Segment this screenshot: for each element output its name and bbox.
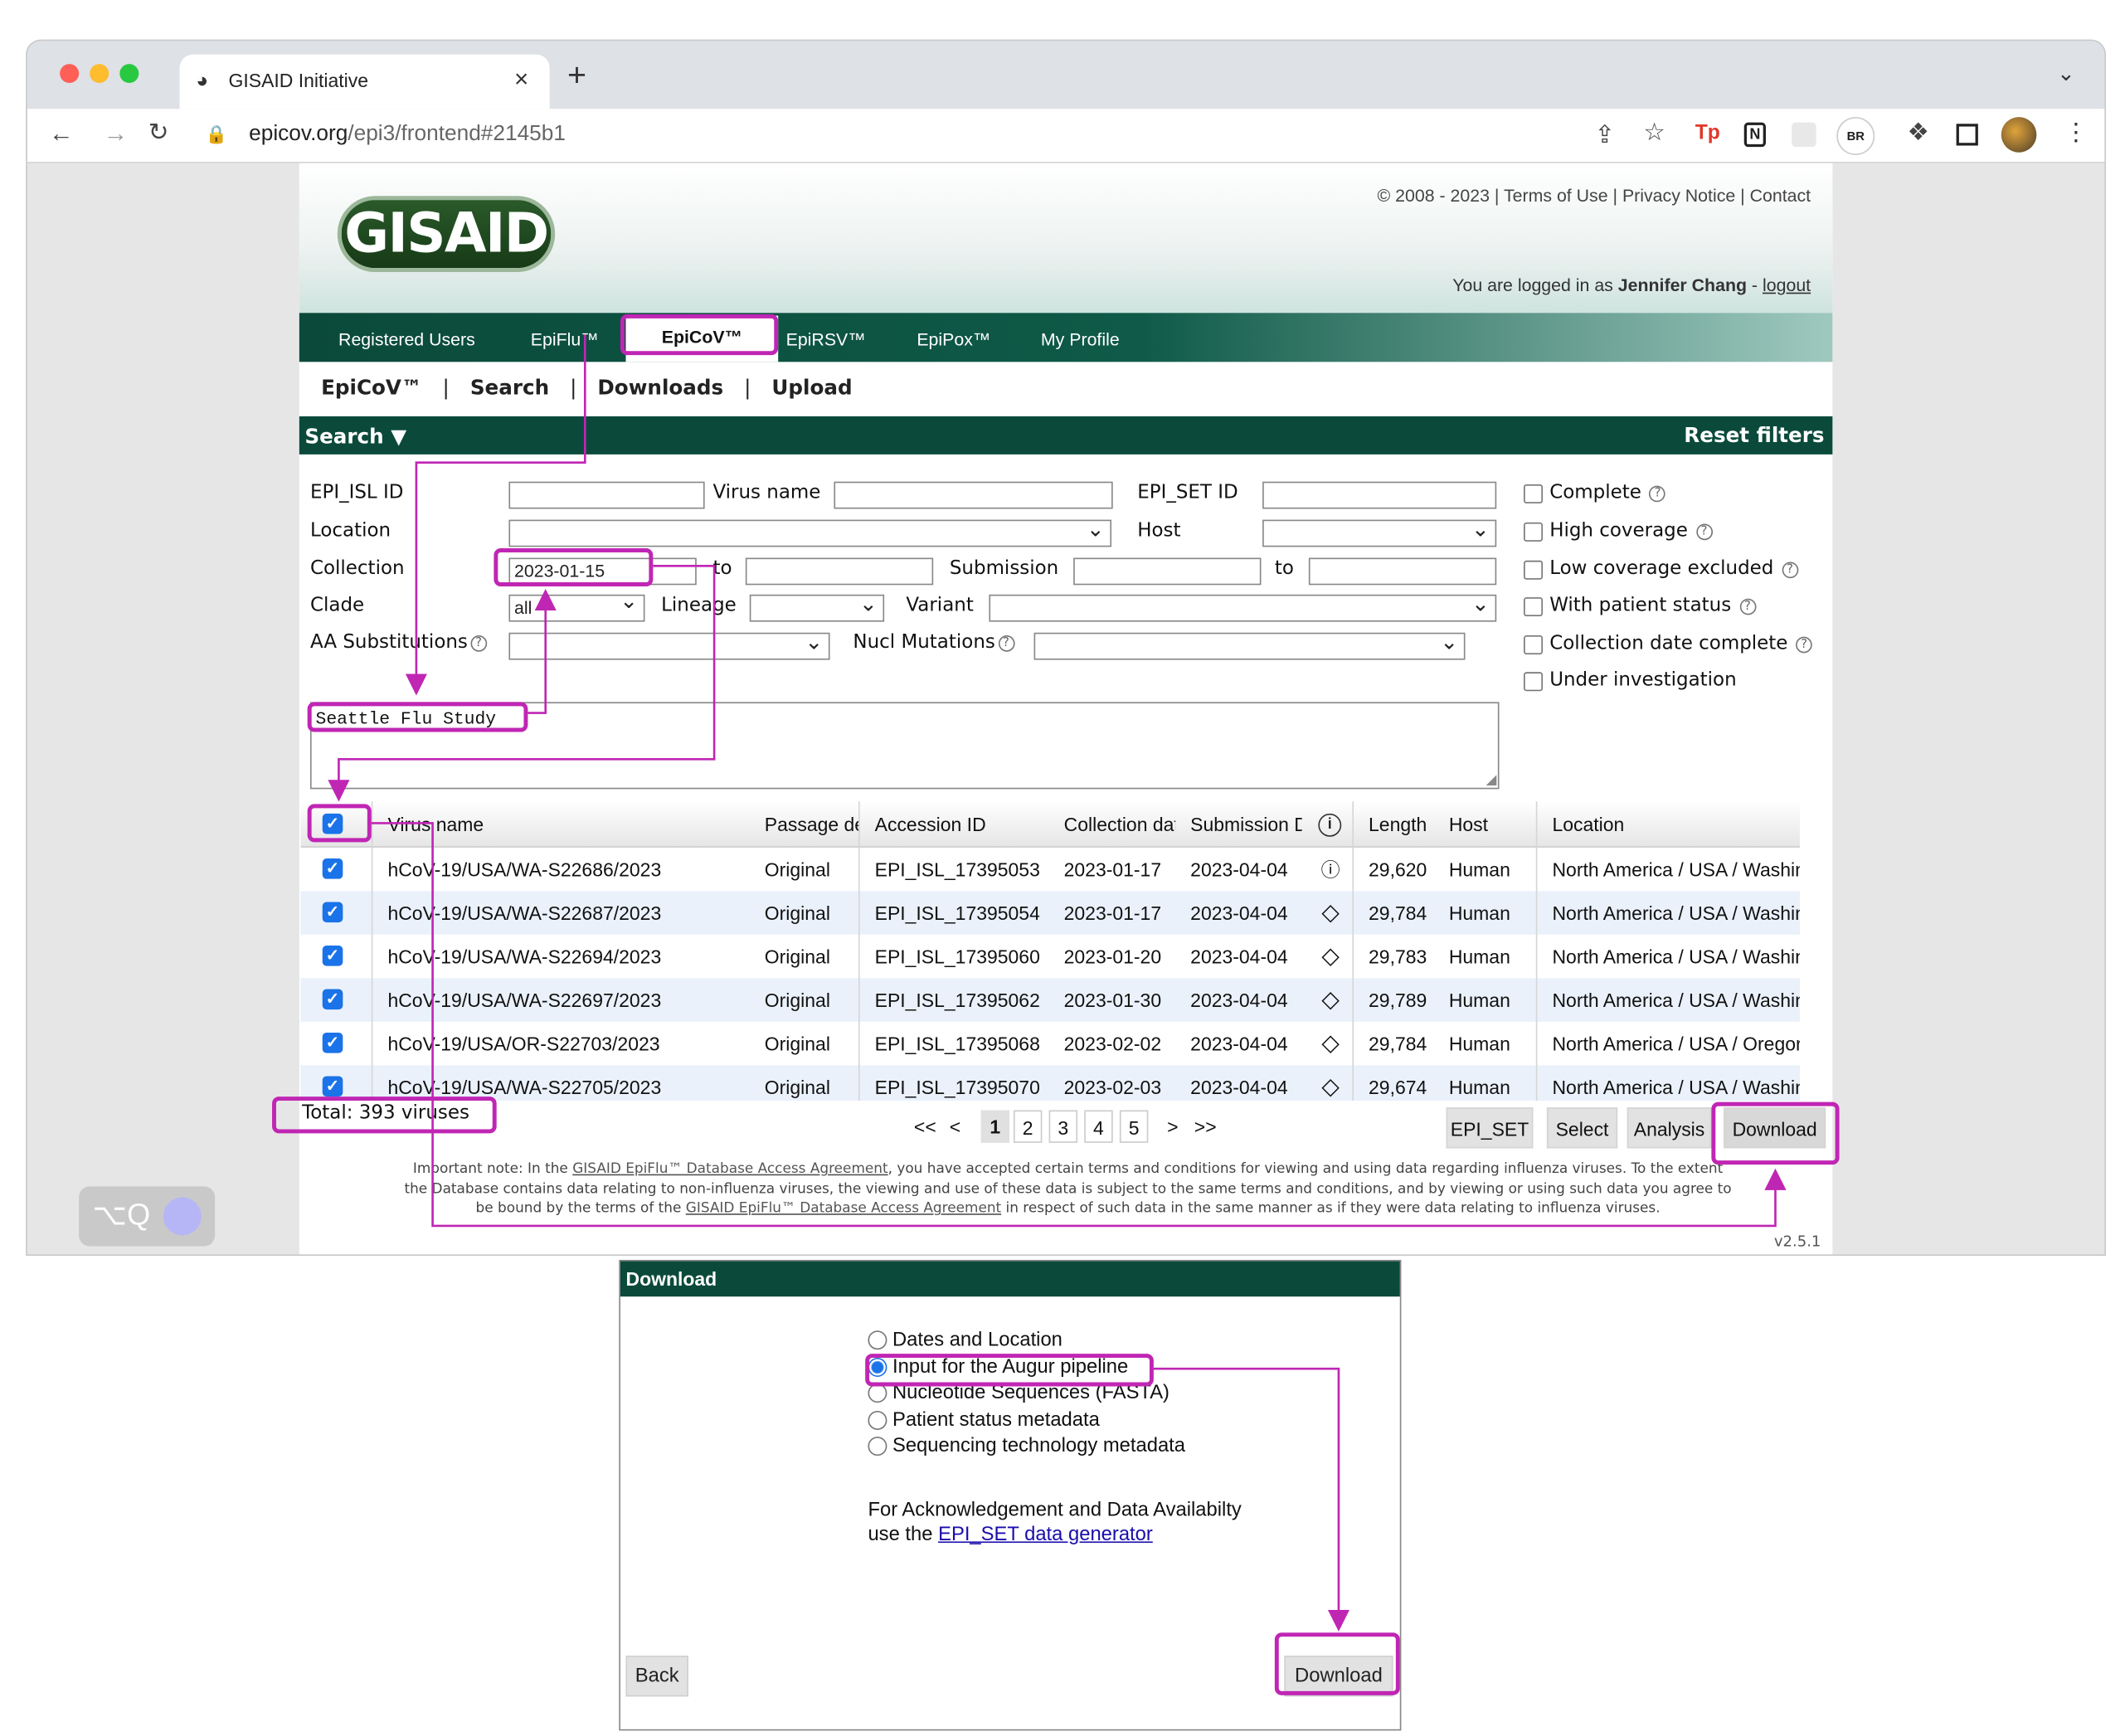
arrow-date-to-select <box>328 565 716 802</box>
annotation-arrows <box>328 334 1787 1632</box>
arrow-augur-to-download <box>1153 1367 1350 1632</box>
arrow-tab-to-query <box>405 334 586 696</box>
stage: ◕ GISAID Initiative × + ⌄ ← → ↻ 🔒 epicov… <box>0 0 2125 1736</box>
arrow-query-to-date <box>528 588 557 714</box>
arrow-select-to-download <box>371 822 1787 1228</box>
